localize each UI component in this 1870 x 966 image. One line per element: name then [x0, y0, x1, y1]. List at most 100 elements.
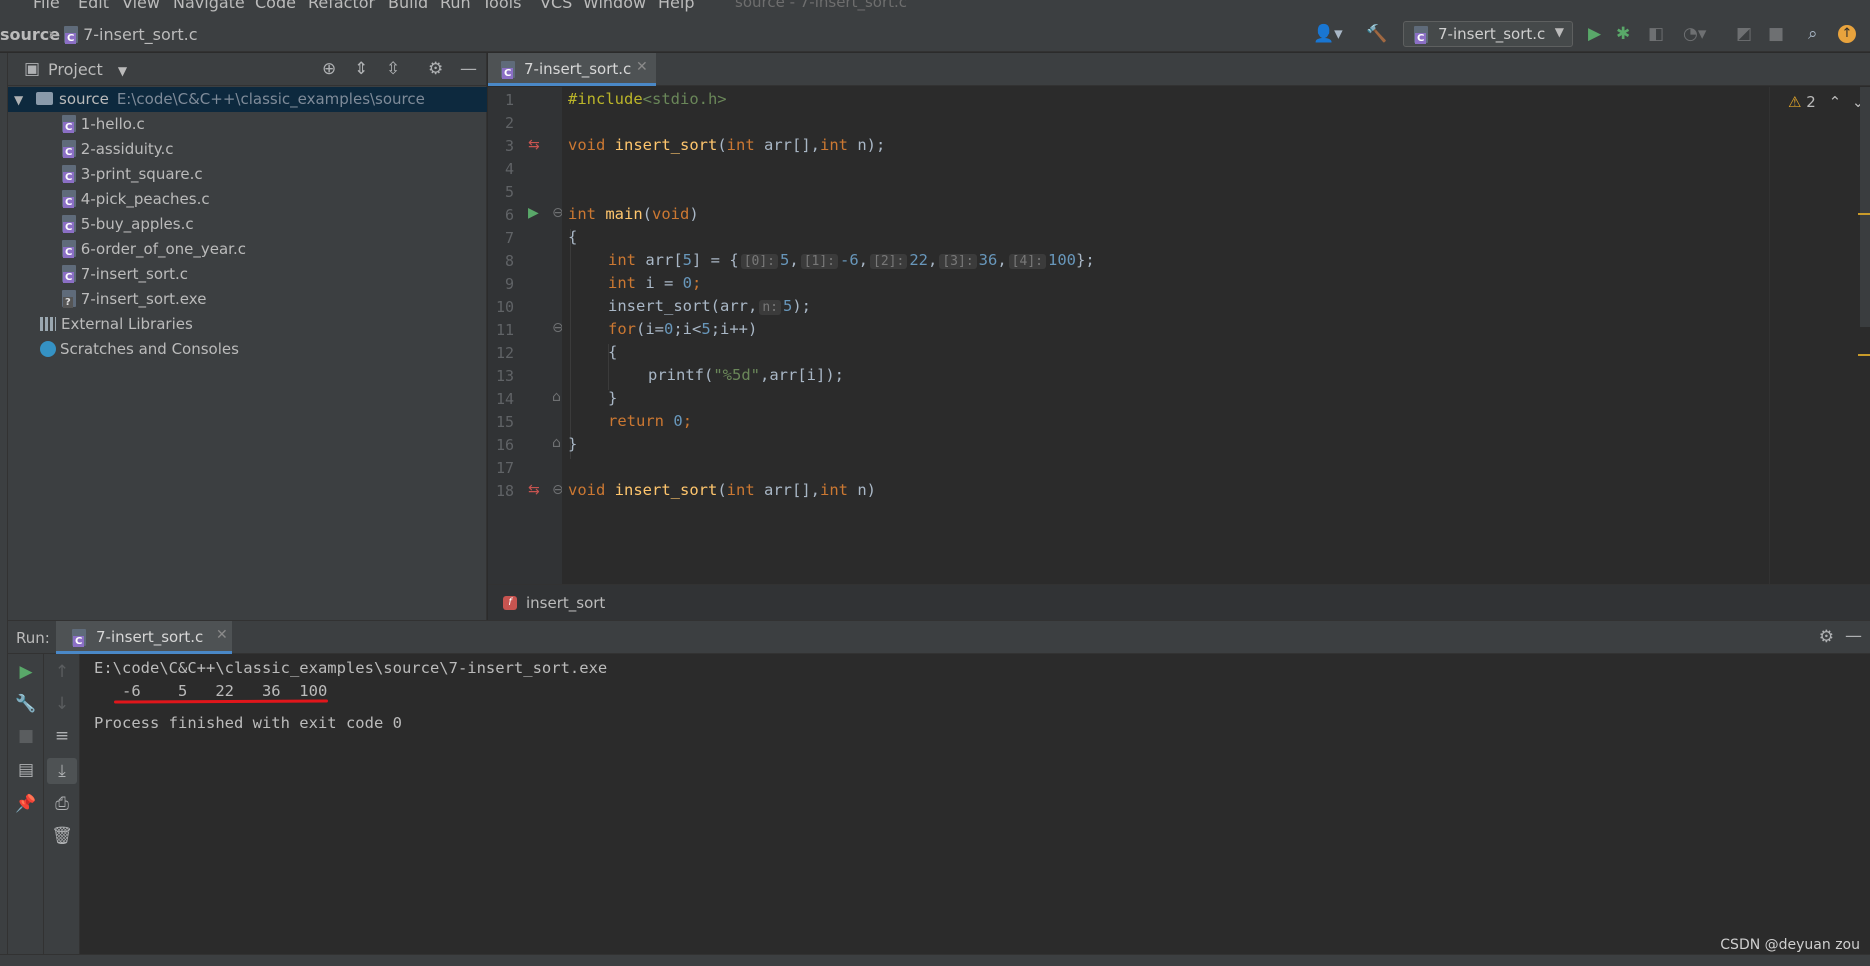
navigate-implementation-icon[interactable]: ⇆ — [528, 482, 540, 498]
c-file-icon — [501, 61, 515, 79]
tree-file[interactable]: 7-insert_sort.exe — [8, 287, 487, 312]
breadcrumb-file[interactable]: 7-insert_sort.c — [64, 25, 198, 44]
tree-external-libraries[interactable]: External Libraries — [8, 312, 487, 337]
tree-file[interactable]: 7-insert_sort.c — [8, 262, 487, 287]
chevron-up-icon: ⌃ — [1828, 93, 1842, 111]
menu-window[interactable]: Window — [583, 0, 646, 12]
tree-root-source[interactable]: ▼ source E:\code\C&C++\classic_examples\s… — [8, 87, 487, 112]
left-tool-strip — [0, 53, 8, 966]
chevron-down-icon: ▼ — [1554, 25, 1564, 39]
coverage-icon[interactable]: ◧ — [1648, 24, 1664, 44]
line-number: 13 — [495, 367, 514, 385]
rerun-icon[interactable]: ▶ — [8, 662, 44, 682]
run-toolbar-secondary: ↑ ↓ ≡ ⤓ ⎙ 🗑 — [44, 654, 80, 966]
code-line-10: insert_sort(arr, n: 5); — [608, 297, 811, 315]
tree-file[interactable]: 2-assiduity.c — [8, 137, 487, 162]
warning-stripe[interactable] — [1858, 213, 1870, 215]
scrollbar[interactable] — [1860, 87, 1870, 327]
menu-file[interactable]: File — [33, 0, 60, 12]
profile-icon[interactable]: ◔▾ — [1683, 24, 1706, 44]
run-configuration-dropdown[interactable]: 7-insert_sort.c ▼ — [1403, 21, 1573, 47]
tree-file[interactable]: 5-buy_apples.c — [8, 212, 487, 237]
debug-icon[interactable]: ✱ — [1616, 24, 1630, 44]
wrench-icon[interactable]: 🔧 — [8, 694, 44, 714]
run-tab-7-insert-sort[interactable]: 7-insert_sort.c ✕ — [56, 621, 232, 654]
console-line: -6 5 22 36 100 — [94, 682, 328, 700]
code-line-3: void insert_sort(int arr[],int n); — [568, 136, 886, 154]
close-icon[interactable]: ✕ — [216, 627, 228, 643]
menu-tools[interactable]: Tools — [482, 0, 521, 12]
menu-edit[interactable]: Edit — [78, 0, 109, 12]
warning-stripe[interactable] — [1858, 354, 1870, 356]
menu-navigate[interactable]: Navigate — [173, 0, 245, 12]
line-number: 17 — [495, 459, 514, 477]
line-number: 9 — [504, 275, 514, 293]
project-panel: ▣ Project ▼ ⊕ ⇕ ⇳ ⚙ — ▼ source E:\code\C&… — [8, 53, 487, 620]
menu-view[interactable]: View — [122, 0, 160, 12]
layout-icon[interactable]: ▤ — [8, 760, 44, 780]
menu-code[interactable]: Code — [255, 0, 296, 12]
trash-icon[interactable]: 🗑 — [44, 826, 80, 846]
editor-breadcrumb: f insert_sort — [488, 584, 1870, 620]
code-line-14: } — [608, 389, 618, 407]
gear-icon[interactable]: ⚙ — [1819, 627, 1834, 647]
code-line-18: void insert_sort(int arr[],int n) — [568, 481, 876, 499]
tree-file[interactable]: 4-pick_peaches.c — [8, 187, 487, 212]
line-number: 15 — [495, 413, 514, 431]
close-icon[interactable]: ✕ — [636, 59, 648, 75]
menu-vcs[interactable]: VCS — [540, 0, 572, 12]
expand-all-icon[interactable]: ⇕ — [354, 59, 368, 79]
stop-icon[interactable]: ■ — [8, 726, 44, 746]
console-output[interactable]: E:\code\C&C++\classic_examples\source\7-… — [80, 654, 1870, 954]
c-file-icon — [62, 115, 76, 133]
hide-icon[interactable]: — — [1845, 626, 1862, 646]
print-icon[interactable]: ⎙ — [44, 794, 80, 814]
chevron-down-icon: ▼ — [117, 64, 128, 78]
menu-refactor[interactable]: Refactor — [308, 0, 375, 12]
run-gutter-icon[interactable]: ▶ — [528, 205, 539, 221]
navigate-declaration-icon[interactable]: ⇆ — [528, 137, 540, 153]
update-icon[interactable]: ↑ — [1838, 25, 1856, 43]
tree-file[interactable]: 6-order_of_one_year.c — [8, 237, 487, 262]
tree-scratches[interactable]: Scratches and Consoles — [8, 337, 487, 362]
fold-icon[interactable]: ⌂ — [552, 435, 561, 451]
search-icon[interactable]: ⌕ — [1808, 24, 1818, 44]
code-line-1: #include<stdio.h> — [568, 90, 727, 108]
line-number: 7 — [504, 229, 514, 247]
run-icon[interactable]: ▶ — [1588, 24, 1601, 44]
line-number: 6 — [504, 206, 514, 224]
user-icon[interactable]: 👤▾ — [1313, 24, 1343, 44]
scroll-to-end-icon[interactable]: ⤓ — [47, 758, 77, 784]
stop-icon[interactable]: ■ — [1768, 24, 1784, 44]
line-number: 18 — [495, 482, 514, 500]
menu-build[interactable]: Build — [388, 0, 428, 12]
fold-icon[interactable]: ⌂ — [552, 389, 561, 405]
code-line-6: int main(void) — [568, 205, 699, 223]
line-number: 1 — [504, 91, 514, 109]
up-arrow-icon[interactable]: ↑ — [44, 662, 80, 682]
down-arrow-icon[interactable]: ↓ — [44, 694, 80, 714]
code-editor[interactable]: #include<stdio.h> void insert_sort(int a… — [562, 87, 1769, 584]
pin-icon[interactable]: 📌 — [8, 794, 44, 814]
c-file-icon — [62, 265, 76, 283]
build-hammer-icon[interactable]: 🔨 — [1366, 24, 1387, 44]
collapse-all-icon[interactable]: ⇳ — [386, 59, 400, 79]
menu-run[interactable]: Run — [440, 0, 471, 12]
c-file-icon — [1414, 26, 1428, 44]
exe-file-icon — [62, 290, 76, 308]
breadcrumb-function[interactable]: insert_sort — [526, 594, 605, 612]
tab-7-insert-sort[interactable]: 7-insert_sort.c ✕ — [488, 53, 656, 86]
line-number: 8 — [504, 252, 514, 270]
inspection-widget[interactable]: ⚠ 2 ⌃ ⌄ — [1788, 93, 1865, 111]
locate-icon[interactable]: ⊕ — [322, 59, 336, 79]
soft-wrap-icon[interactable]: ≡ — [44, 726, 80, 746]
attach-icon[interactable]: ◩ — [1736, 24, 1752, 44]
project-title[interactable]: Project ▼ — [48, 60, 127, 79]
tree-file[interactable]: 3-print_square.c — [8, 162, 487, 187]
gear-icon[interactable]: ⚙ — [428, 59, 443, 79]
hide-icon[interactable]: — — [460, 59, 477, 79]
tree-file[interactable]: 1-hello.c — [8, 112, 487, 137]
console-line: E:\code\C&C++\classic_examples\source\7-… — [94, 659, 608, 677]
project-panel-header: ▣ Project ▼ ⊕ ⇕ ⇳ ⚙ — — [8, 53, 487, 86]
menu-help[interactable]: Help — [658, 0, 694, 12]
